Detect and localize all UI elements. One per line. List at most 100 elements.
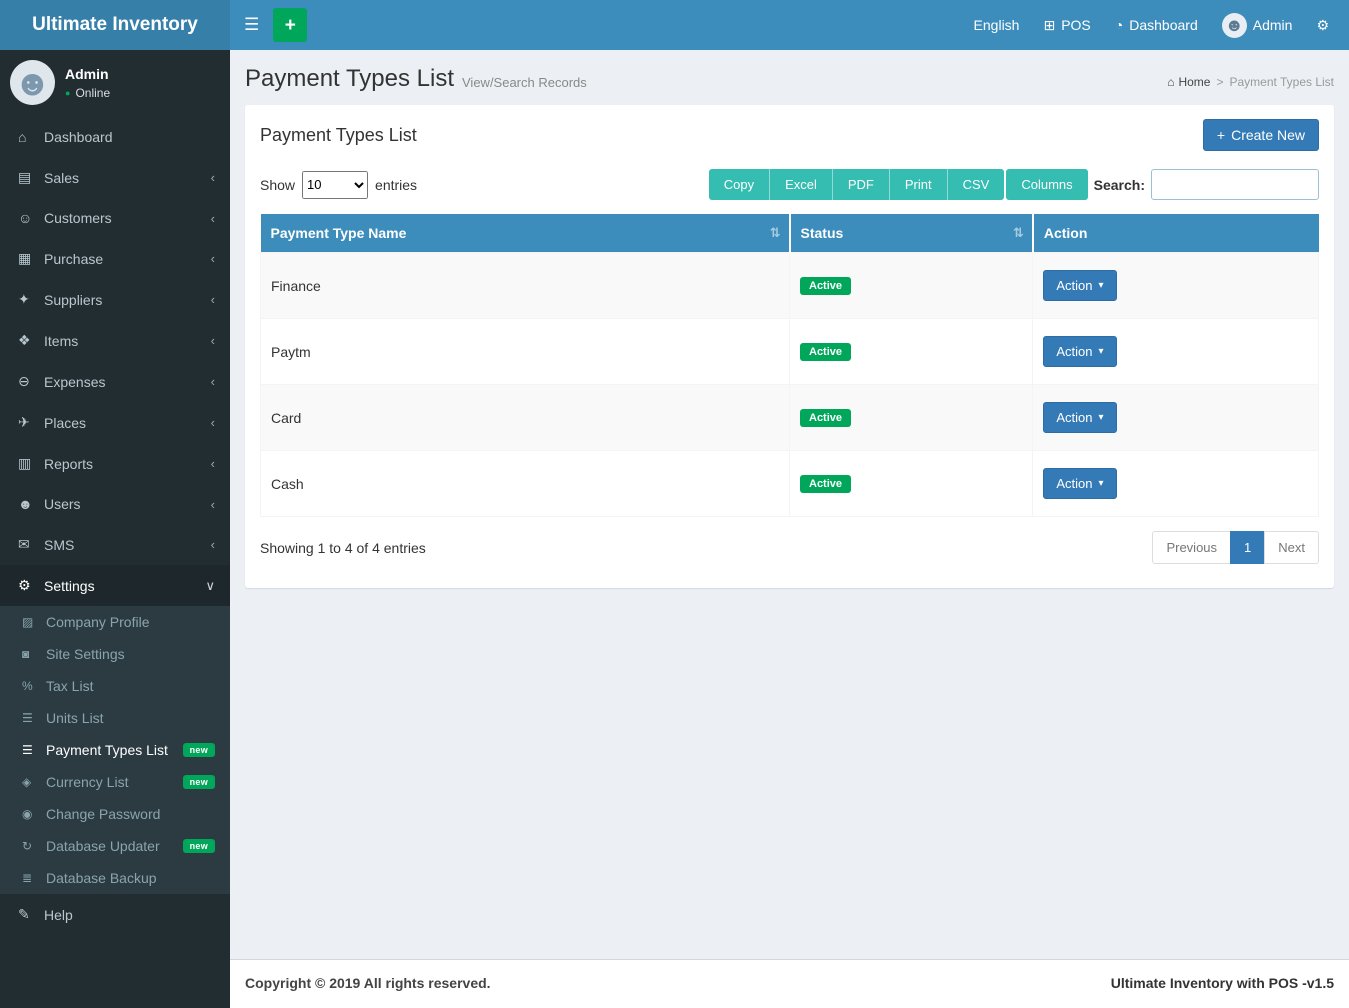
sidebar-item-database-updater[interactable]: ↻ Database Updater new [0, 830, 230, 862]
content-wrapper: Payment Types List View/Search Records ⌂… [230, 0, 1349, 959]
sidebar-item-items[interactable]: ❖ Items ‹ [0, 320, 230, 361]
sidebar-item-change-password[interactable]: ◉ Change Password [0, 798, 230, 830]
quick-add-button[interactable]: + [273, 8, 307, 42]
list-icon: ☰ [22, 743, 46, 757]
sidebar-item-label: SMS [44, 537, 211, 553]
action-dropdown-button[interactable]: Action ▾ [1043, 270, 1116, 301]
sort-icon[interactable]: ⇅ [770, 225, 781, 241]
language-menu[interactable]: English [962, 0, 1032, 50]
table-row: Finance Active Action ▾ [261, 253, 1319, 319]
pos-link[interactable]: ⊞ POS [1031, 0, 1102, 50]
action-label: Action [1056, 476, 1092, 491]
sidebar-item-currency-list[interactable]: ◈ Currency List new [0, 766, 230, 798]
suppliers-icon: ✦ [18, 291, 44, 308]
sidebar-item-sms[interactable]: ✉ SMS ‹ [0, 524, 230, 565]
page-1-button[interactable]: 1 [1230, 531, 1265, 564]
copyright-text: Copyright © 2019 All rights reserved. [245, 975, 491, 993]
sidebar-item-company-profile[interactable]: ▨ Company Profile [0, 606, 230, 638]
page-title: Payment Types List [245, 65, 454, 93]
payment-types-table: Payment Type Name ⇅ Status ⇅ Action [260, 214, 1319, 517]
sms-icon: ✉ [18, 536, 44, 553]
dashboard-link[interactable]: ◔ Dashboard [1103, 0, 1210, 50]
submenu-label: Payment Types List [46, 742, 168, 758]
user-menu[interactable]: ☻ Admin [1210, 0, 1305, 50]
places-icon: ✈ [18, 414, 44, 431]
caret-down-icon: ▾ [1098, 412, 1103, 423]
action-dropdown-button[interactable]: Action ▾ [1043, 402, 1116, 433]
sidebar-item-sales[interactable]: ▤ Sales ‹ [0, 157, 230, 198]
sidebar-item-database-backup[interactable]: ≣ Database Backup [0, 862, 230, 894]
dashboard-label: Dashboard [1129, 0, 1198, 50]
plus-icon: + [1217, 127, 1225, 143]
brand-logo[interactable]: Ultimate Inventory [0, 0, 230, 50]
print-button[interactable]: Print [890, 169, 948, 200]
table-controls: Show 10 entries Copy Excel PDF Print CSV… [245, 165, 1334, 214]
customers-icon: ☺ [18, 210, 44, 226]
search-input[interactable] [1151, 169, 1319, 200]
submenu-label: Site Settings [46, 646, 125, 662]
action-dropdown-button[interactable]: Action ▾ [1043, 468, 1116, 499]
action-dropdown-button[interactable]: Action ▾ [1043, 336, 1116, 367]
sidebar-item-tax-list[interactable]: % Tax List [0, 670, 230, 702]
columns-button[interactable]: Columns [1006, 169, 1087, 200]
pdf-button[interactable]: PDF [833, 169, 890, 200]
submenu-label: Tax List [46, 678, 93, 694]
sidebar-item-suppliers[interactable]: ✦ Suppliers ‹ [0, 279, 230, 320]
sidebar-item-settings[interactable]: ⚙ Settings ∨ [0, 565, 230, 606]
status-badge: Active [800, 277, 851, 295]
copy-button[interactable]: Copy [709, 169, 770, 200]
breadcrumb-separator: > [1216, 75, 1223, 89]
column-header-payment-type-name[interactable]: Payment Type Name ⇅ [261, 214, 790, 253]
online-label: Online [75, 86, 110, 100]
sidebar-item-site-settings[interactable]: ◙ Site Settings [0, 638, 230, 670]
sidebar-item-users[interactable]: ☻ Users ‹ [0, 484, 230, 524]
sidebar-toggle-icon[interactable]: ☰ [230, 0, 273, 50]
settings-menu[interactable]: ⚙ [1304, 0, 1341, 50]
previous-page-button[interactable]: Previous [1152, 531, 1231, 564]
settings-submenu: ▨ Company Profile ◙ Site Settings % Tax … [0, 606, 230, 894]
breadcrumb-home[interactable]: ⌂ Home [1167, 75, 1210, 89]
pagination: Previous 1 Next [1152, 531, 1319, 564]
chevron-left-icon: ‹ [211, 211, 215, 226]
caret-down-icon: ▾ [1098, 280, 1103, 291]
submenu-label: Company Profile [46, 614, 150, 630]
create-new-button[interactable]: + Create New [1203, 119, 1319, 151]
entries-label: entries [375, 177, 417, 193]
top-navbar: Ultimate Inventory ☰ + English ⊞ POS ◔ D… [0, 0, 1349, 50]
page-footer: Copyright © 2019 All rights reserved. Ul… [230, 959, 1349, 1008]
dashboard-icon: ◔ [1115, 0, 1123, 50]
sidebar-item-purchase[interactable]: ▦ Purchase ‹ [0, 238, 230, 279]
next-page-button[interactable]: Next [1264, 531, 1319, 564]
entries-info: Showing 1 to 4 of 4 entries [260, 540, 426, 556]
lock-icon: ◉ [22, 807, 46, 821]
sidebar-item-help[interactable]: ✎ Help [0, 894, 230, 935]
sidebar-item-units-list[interactable]: ☰ Units List [0, 702, 230, 734]
table-wrap: Payment Type Name ⇅ Status ⇅ Action [245, 214, 1334, 517]
sidebar-item-reports[interactable]: ▥ Reports ‹ [0, 443, 230, 484]
sidebar-menu: ⌂ Dashboard ▤ Sales ‹ ☺ Customers ‹ ▦ Pu… [0, 117, 230, 606]
sidebar-item-expenses[interactable]: ⊖ Expenses ‹ [0, 361, 230, 402]
submenu-label: Database Backup [46, 870, 157, 886]
chevron-left-icon: ‹ [211, 456, 215, 471]
avatar: ☻ [1222, 13, 1247, 38]
sidebar-item-dashboard[interactable]: ⌂ Dashboard [0, 117, 230, 157]
sidebar-item-customers[interactable]: ☺ Customers ‹ [0, 198, 230, 238]
pos-label: POS [1061, 0, 1091, 50]
column-header-label: Payment Type Name [271, 225, 407, 241]
box-title: Payment Types List [260, 125, 417, 146]
sidebar-item-payment-types-list[interactable]: ☰ Payment Types List new [0, 734, 230, 766]
column-header-status[interactable]: Status ⇅ [790, 214, 1033, 253]
sidebar-item-label: Users [44, 496, 211, 512]
avatar: ☻ [10, 60, 55, 105]
sidebar: ☻ Admin ● Online ⌂ Dashboard ▤ Sales ‹ ☺… [0, 50, 230, 1008]
caret-down-icon: ▾ [1098, 478, 1103, 489]
expenses-icon: ⊖ [18, 373, 44, 390]
page-length-select[interactable]: 10 [302, 171, 368, 199]
sort-icon[interactable]: ⇅ [1013, 225, 1024, 241]
csv-button[interactable]: CSV [948, 169, 1005, 200]
excel-button[interactable]: Excel [770, 169, 833, 200]
table-row: Paytm Active Action ▾ [261, 319, 1319, 385]
breadcrumb-home-label: Home [1178, 75, 1210, 89]
sidebar-item-places[interactable]: ✈ Places ‹ [0, 402, 230, 443]
content-header: Payment Types List View/Search Records ⌂… [230, 50, 1349, 105]
